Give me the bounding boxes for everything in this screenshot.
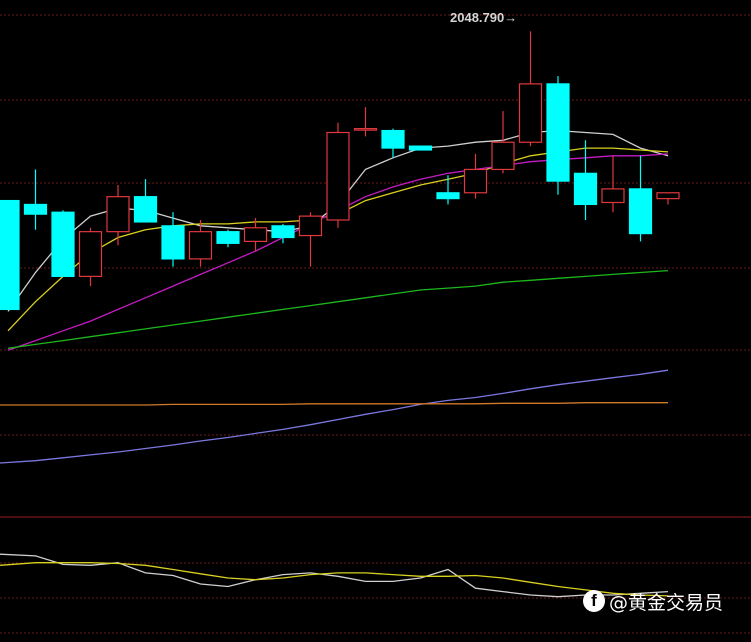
candle-body-2 (51, 211, 75, 277)
facebook-icon: f (583, 590, 605, 612)
peak-price-label: 2048.790→ (450, 10, 517, 25)
candle-body-18 (491, 141, 515, 171)
candle-body-14 (381, 129, 405, 149)
watermark: f @黄金交易员 (583, 586, 723, 616)
peak-value: 2048.790 (450, 10, 505, 25)
indicator-line-1 (0, 369, 669, 464)
candle-body-9 (243, 227, 268, 242)
oscillator-line-1 (0, 553, 669, 598)
oscillator-panel (0, 553, 669, 598)
candle-body-24 (656, 192, 680, 200)
candle-body-15 (408, 145, 433, 151)
candle-body-12 (326, 131, 350, 221)
indicator-line-2 (0, 402, 668, 406)
candle-body-3 (78, 231, 103, 277)
candle-body-21 (573, 172, 598, 206)
candle-body-6 (161, 225, 185, 260)
ma-line-4 (7, 269, 669, 349)
candle-body-1 (23, 203, 48, 215)
candle-body-0 (0, 199, 20, 311)
candle-body-4 (106, 196, 130, 233)
oscillator-line-2 (0, 562, 669, 597)
candle-body-13 (353, 128, 378, 131)
indicator-panel (0, 369, 669, 464)
candle-body-23 (628, 188, 653, 235)
candle-body-16 (436, 192, 460, 200)
candlestick-chart (0, 14, 751, 634)
chart-grid (0, 14, 751, 634)
candle-body-7 (188, 231, 213, 260)
candle-body-11 (298, 215, 323, 237)
candle-body-20 (546, 83, 570, 182)
candle-body-8 (216, 231, 240, 244)
candle-body-22 (601, 188, 625, 204)
candle-body-5 (133, 196, 158, 223)
candle-body-19 (518, 83, 543, 143)
candle-body-17 (463, 168, 488, 194)
peak-arrow: → (504, 10, 518, 25)
watermark-text: @黄金交易员 (609, 591, 724, 614)
candle-body-10 (271, 225, 295, 239)
